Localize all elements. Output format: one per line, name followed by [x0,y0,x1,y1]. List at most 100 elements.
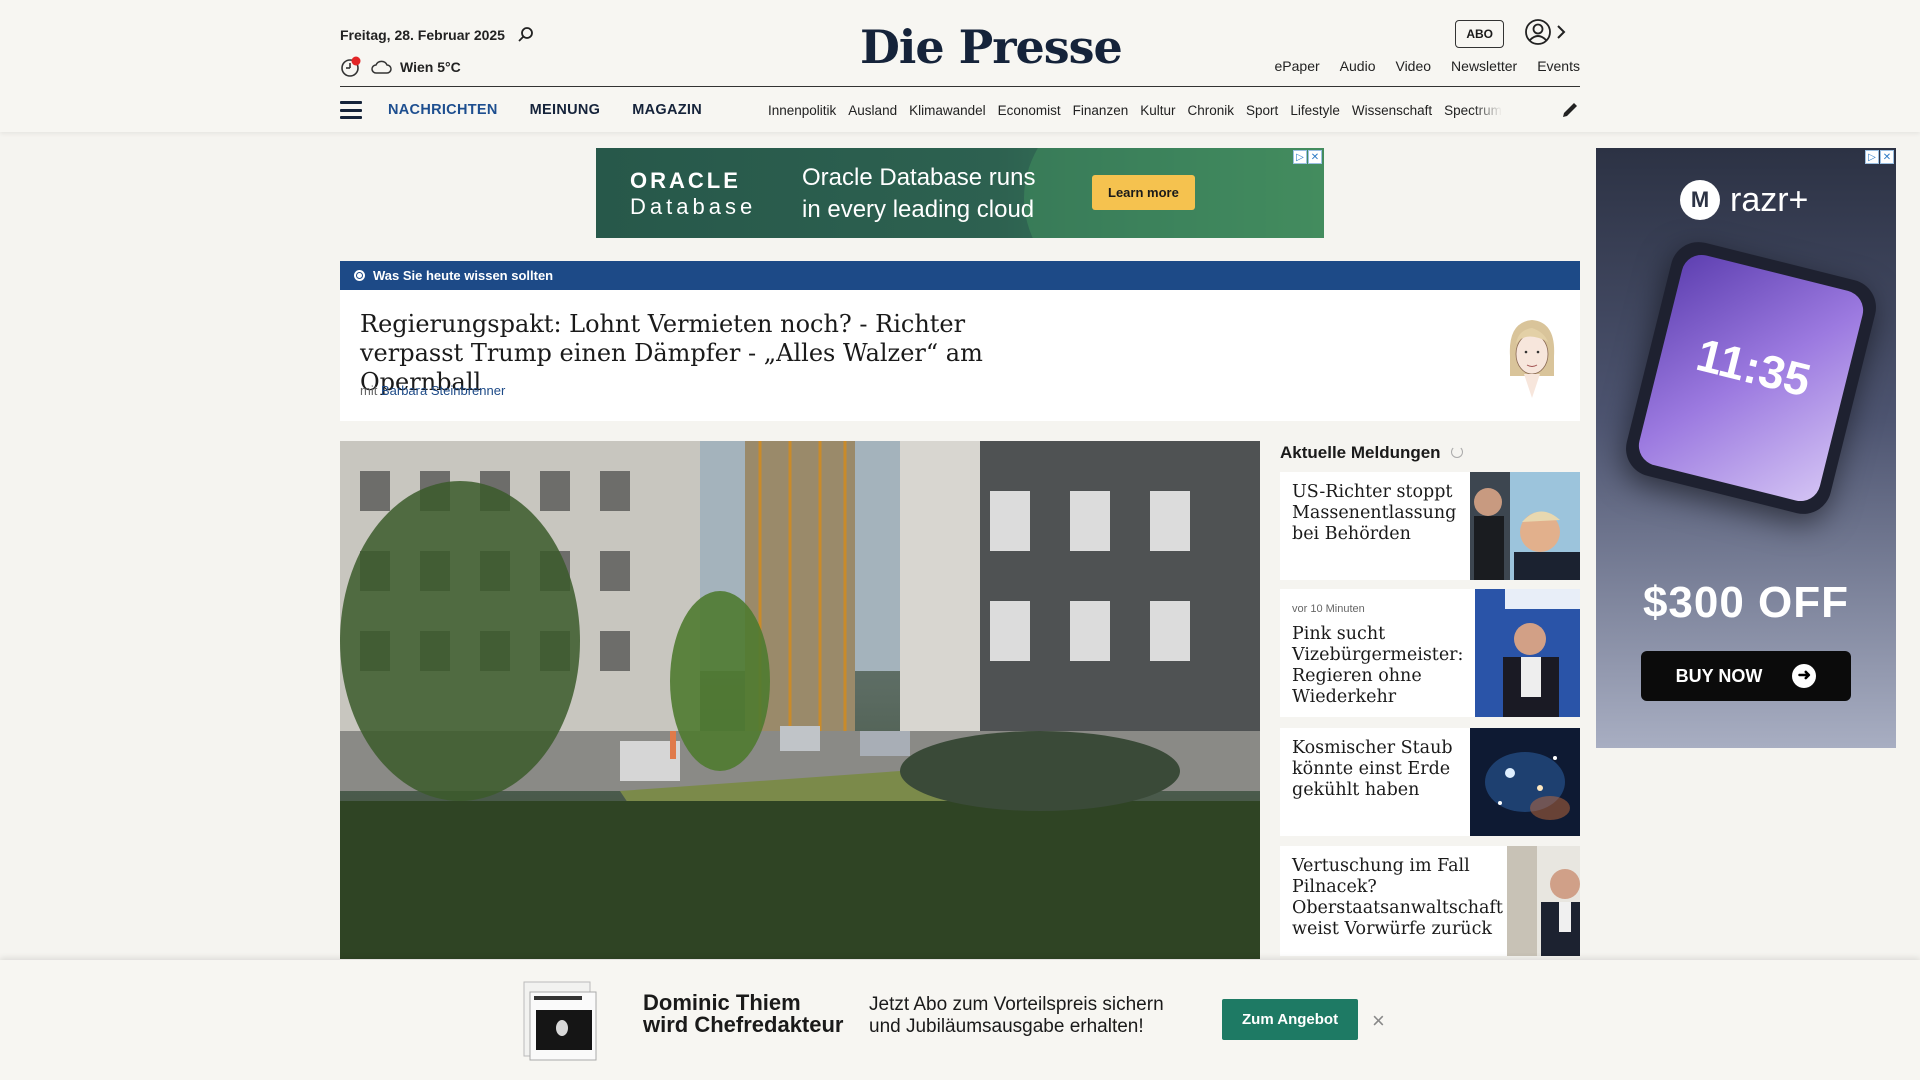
arrow-right-icon: ➜ [1792,664,1817,688]
zum-angebot-button[interactable]: Zum Angebot [1222,999,1359,1040]
weather-text: Wien 5°C [400,59,461,75]
news-thumbnail [1506,846,1580,956]
refresh-icon [1451,446,1464,458]
link-events[interactable]: Events [1537,58,1580,74]
latest-news-heading[interactable]: Aktuelle Meldungen [1280,443,1464,463]
close-icon[interactable]: × [1372,1008,1385,1034]
site-header: Freitag, 28. Februar 2025 Wien 5°C Die P… [0,0,1920,132]
phone-screen-time: 11:35 [1634,250,1868,506]
user-icon[interactable] [1524,18,1552,46]
nav-economist[interactable]: Economist [998,103,1061,118]
news-item[interactable]: Vertuschung im Fall Pilnacek? Oberstaats… [1280,846,1580,956]
nav-wissenschaft[interactable]: Wissenschaft [1352,103,1432,118]
link-newsletter[interactable]: Newsletter [1451,58,1517,74]
author-name[interactable]: Barbara Steinbrenner [381,383,505,398]
ad-close-icon[interactable]: ✕ [1880,150,1894,164]
razr-brand: razr+ [1730,180,1809,219]
learn-more-button[interactable]: Learn more [1092,175,1195,210]
promo-copy-line2: und Jubiläumsausgabe erhalten! [869,1016,1144,1037]
phone-image: 11:35 [1620,236,1882,520]
nav-finanzen[interactable]: Finanzen [1073,103,1129,118]
user-menu[interactable] [1524,18,1566,46]
nav-divider [340,86,1580,87]
current-date: Freitag, 28. Februar 2025 [340,27,505,43]
news-timestamp: vor 10 Minuten [1292,603,1365,615]
cloud-icon [371,60,392,74]
nav-klimawandel[interactable]: Klimawandel [909,103,986,118]
ad-offer: $300 OFF [1642,578,1850,627]
promo-copy-line1: Jetzt Abo zum Vorteilspreis sichern [869,994,1164,1015]
news-text: vor 10 Minuten Pink sucht Vizebürgermeis… [1280,589,1475,717]
ad-copy: Oracle Database runs in every leading cl… [802,162,1035,226]
abo-button[interactable]: ABO [1455,20,1504,48]
section-nav: Innenpolitik Ausland Klimawandel Economi… [768,103,1544,118]
nav-sport[interactable]: Sport [1246,103,1278,118]
adchoices-icon[interactable]: ▷ [1865,150,1879,164]
nav-kultur[interactable]: Kultur [1140,103,1175,118]
news-thumbnail [1470,472,1580,580]
top-links: ePaper Audio Video Newsletter Events [1275,58,1580,74]
nav-lifestyle[interactable]: Lifestyle [1290,103,1340,118]
briefing-author: mit Barbara Steinbrenner [360,383,505,398]
motorola-logo-icon: M [1680,180,1720,220]
adchoices-controls-side: ▷ ✕ [1865,150,1894,164]
news-headline: US-Richter stoppt Massenentlassung bei B… [1292,482,1457,544]
nav-spectrum[interactable]: Spectrum [1444,103,1502,118]
banner-ad-oracle[interactable]: ORACLE Database Oracle Database runs in … [596,148,1324,238]
live-dot-icon [354,270,365,281]
adchoices-controls: ▷ ✕ [1293,150,1322,164]
weather-row: Wien 5°C [340,56,461,78]
link-epaper[interactable]: ePaper [1275,58,1320,74]
promo-headline: Dominic Thiem wird Chefredakteur [643,992,863,1036]
hamburger-menu-icon[interactable] [340,101,362,119]
nav-meinung[interactable]: MEINUNG [530,102,601,118]
pencil-icon[interactable] [1560,100,1580,120]
newspaper-stack-image [523,981,597,1061]
promo-headline-line1: Dominic Thiem [643,990,801,1015]
subscription-promo-bar: Dominic Thiem wird Chefredakteur Jetzt A… [0,960,1920,1080]
news-thumbnail [1470,728,1580,836]
author-prefix: mit [360,383,378,398]
ad-close-icon[interactable]: ✕ [1308,150,1322,164]
buy-now-button[interactable]: BUY NOW ➜ [1641,651,1851,701]
news-headline: Vertuschung im Fall Pilnacek? Oberstaats… [1292,856,1503,939]
daily-briefing-card[interactable]: Was Sie heute wissen sollten Regierungsp… [340,261,1580,421]
promo-copy: Jetzt Abo zum Vorteilspreis sichern und … [869,994,1209,1038]
nav-magazin[interactable]: MAGAZIN [632,102,702,118]
primary-nav: NACHRICHTEN MEINUNG MAGAZIN [388,102,702,118]
date-row: Freitag, 28. Februar 2025 [340,26,535,44]
oracle-brand: ORACLE [630,168,741,193]
razr-logo: M razr+ [1680,180,1808,220]
housing-photo [340,441,1260,959]
ad-copy-line2: in every leading cloud [802,196,1035,223]
chevron-right-icon[interactable] [1556,24,1566,40]
lead-article-image[interactable] [340,441,1260,959]
site-logo[interactable]: Die Presse [860,20,1123,74]
nav-ausland[interactable]: Ausland [848,103,897,118]
briefing-label-bar: Was Sie heute wissen sollten [340,261,1580,290]
adchoices-icon[interactable]: ▷ [1293,150,1307,164]
news-item[interactable]: Kosmischer Staub könnte einst Erde geküh… [1280,728,1580,836]
latest-news-title: Aktuelle Meldungen [1280,443,1441,462]
link-video[interactable]: Video [1395,58,1431,74]
link-audio[interactable]: Audio [1340,58,1376,74]
oracle-product: Database [630,194,757,219]
sidebar-ad-razr[interactable]: M razr+ 11:35 $300 OFF BUY NOW ➜ ▷ ✕ [1596,148,1896,748]
search-icon[interactable] [517,26,535,44]
news-headline: Kosmischer Staub könnte einst Erde geküh… [1292,738,1453,800]
oracle-logo: ORACLE Database [630,168,756,220]
news-item[interactable]: US-Richter stoppt Massenentlassung bei B… [1280,472,1580,580]
ad-copy-line1: Oracle Database runs [802,164,1036,191]
notification-clock-icon[interactable] [340,56,362,78]
author-portrait [1509,320,1555,398]
main-navigation: NACHRICHTEN MEINUNG MAGAZIN Innenpolitik… [340,98,1580,122]
nav-chronik[interactable]: Chronik [1188,103,1235,118]
news-headline: Pink sucht Vizebürgermeister: Regieren o… [1292,624,1464,707]
promo-headline-line2: wird Chefredakteur [643,1012,844,1037]
news-item[interactable]: vor 10 Minuten Pink sucht Vizebürgermeis… [1280,589,1580,717]
buy-now-label: BUY NOW [1675,665,1763,686]
nav-innenpolitik[interactable]: Innenpolitik [768,103,836,118]
news-thumbnail [1475,589,1580,717]
nav-nachrichten[interactable]: NACHRICHTEN [388,102,498,118]
header-inner: Freitag, 28. Februar 2025 Wien 5°C Die P… [340,0,1580,132]
